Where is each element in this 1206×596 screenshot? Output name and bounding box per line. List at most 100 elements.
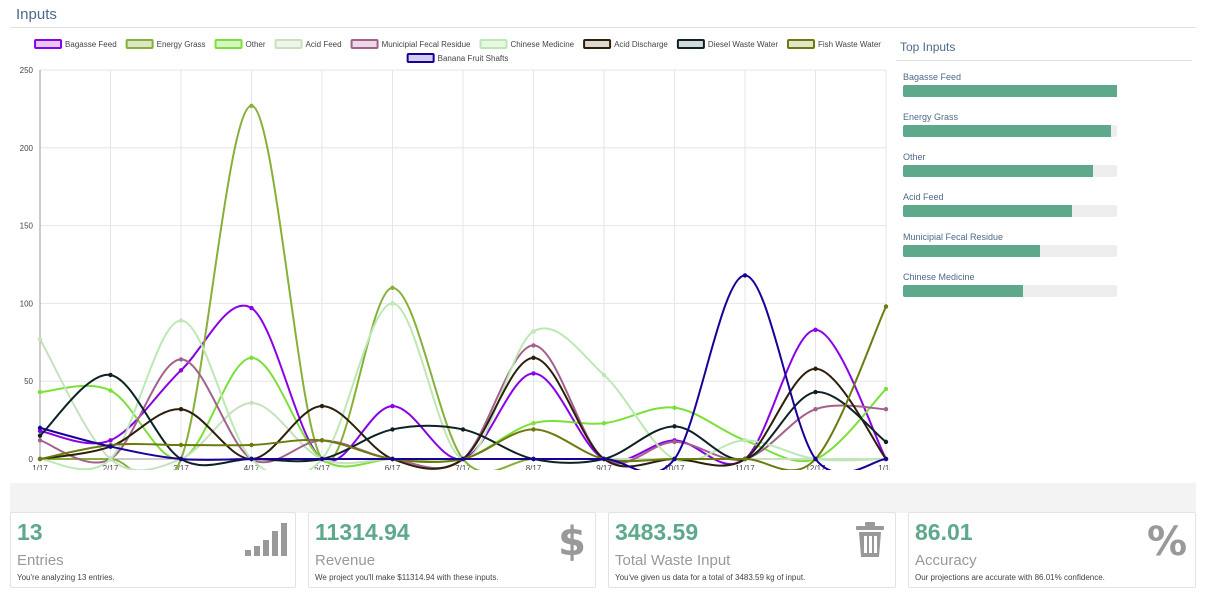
legend-swatch: [406, 53, 435, 63]
top-input-label: Municipial Fecal Residue: [903, 232, 1004, 242]
y-tick-label: 50: [24, 377, 33, 386]
data-point: [178, 357, 184, 362]
data-point: [883, 456, 889, 462]
legend-label: Other: [246, 40, 266, 49]
header-divider: [10, 27, 1196, 28]
inputs-line-chart: 0501001502002501/17 2/17 3/17 4/17 5/17 6/17 7…: [20, 39, 890, 470]
data-point: [108, 372, 113, 378]
data-point: [390, 427, 395, 432]
data-point: [37, 425, 43, 431]
top-input-item: Other: [903, 152, 1117, 177]
top-input-bar-track: [903, 205, 1117, 217]
y-tick-label: 200: [20, 144, 34, 153]
data-point: [742, 438, 748, 443]
waste-input-label: Total Waste Input: [615, 552, 731, 569]
data-point: [178, 456, 184, 462]
top-input-bar-fill: [903, 285, 1023, 297]
top-input-label: Bagasse Feed: [903, 72, 962, 82]
legend-swatch: [583, 39, 612, 49]
data-point: [883, 407, 889, 412]
data-point: [813, 389, 818, 395]
data-point: [249, 305, 254, 311]
data-point: [249, 103, 254, 108]
signal-bars-icon: [245, 523, 287, 556]
accuracy-value: 86.01: [915, 519, 973, 545]
top-input-bar-fill: [903, 125, 1111, 137]
data-point: [319, 438, 325, 443]
legend-label: Banana Fruit Shafts: [438, 54, 509, 63]
data-point: [672, 405, 677, 410]
top-input-bar-fill: [903, 85, 1117, 97]
top-input-bar-fill: [903, 245, 1040, 257]
x-tick-label: 2/17: [103, 464, 119, 470]
entries-description: You're analyzing 13 entries.: [17, 573, 115, 582]
data-point: [883, 304, 889, 309]
data-point: [813, 407, 818, 412]
data-point: [742, 456, 748, 462]
y-tick-label: 250: [20, 66, 34, 75]
data-point: [813, 366, 818, 371]
svg-text:%: %: [1147, 519, 1187, 561]
data-point: [390, 456, 395, 462]
data-point: [108, 388, 113, 393]
data-point: [249, 355, 254, 361]
data-point: [531, 371, 536, 376]
legend-swatch: [350, 39, 379, 49]
top-input-label: Other: [903, 152, 926, 162]
top-input-bar-track: [903, 165, 1117, 177]
page-header: Inputs: [0, 0, 1206, 28]
data-point: [813, 456, 818, 462]
data-point: [531, 427, 536, 432]
legend-swatch: [786, 39, 815, 49]
legend-swatch: [274, 39, 303, 49]
legend-swatch: [125, 39, 154, 49]
data-point: [178, 368, 184, 373]
data-point: [531, 329, 536, 334]
stats-band: [10, 483, 1196, 513]
data-point: [601, 456, 607, 462]
y-tick-label: 100: [20, 299, 34, 308]
legend-label: Bagasse Feed: [65, 40, 117, 49]
x-tick-label: 8/17: [526, 464, 542, 470]
y-tick-label: 0: [29, 455, 34, 464]
top-input-item: Acid Feed: [903, 192, 1117, 217]
entries-label: Entries: [17, 552, 64, 569]
waste-input-card: 3483.59 Total Waste Input You've given u…: [608, 512, 896, 588]
data-point: [37, 336, 43, 342]
revenue-label: Revenue: [315, 552, 376, 569]
data-point: [319, 403, 325, 409]
data-point: [672, 439, 677, 445]
top-inputs-panel: Top Inputs Bagasse Feed Energy Grass Other…: [896, 36, 1192, 297]
top-input-item: Energy Grass: [903, 112, 1117, 137]
data-point: [601, 421, 607, 426]
accuracy-label: Accuracy: [915, 552, 977, 569]
revenue-value: 11314.94: [315, 519, 410, 545]
legend-label: Municipial Fecal Residue: [382, 40, 471, 49]
data-point: [531, 421, 536, 426]
top-input-label: Energy Grass: [903, 112, 959, 122]
data-point: [883, 439, 889, 445]
data-point: [460, 427, 466, 432]
data-point: [37, 438, 43, 443]
top-input-bar-track: [903, 85, 1117, 97]
legend-label: Chinese Medicine: [511, 40, 575, 49]
top-input-bar-fill: [903, 165, 1094, 177]
data-point: [883, 386, 889, 392]
x-tick-label: 6/17: [385, 464, 401, 470]
entries-value: 13: [17, 519, 43, 545]
data-point: [531, 355, 536, 361]
data-point: [390, 285, 395, 291]
legend-swatch: [479, 39, 508, 49]
accuracy-description: Our projections are accurate with 86.01%…: [915, 573, 1105, 582]
page-title: Inputs: [16, 6, 57, 23]
data-point: [178, 318, 184, 323]
top-input-bar-track: [903, 245, 1117, 257]
legend-label: Energy Grass: [157, 40, 206, 49]
top-input-item: Chinese Medicine: [903, 272, 1117, 297]
data-point: [390, 403, 395, 409]
data-point: [742, 273, 748, 278]
data-point: [108, 438, 113, 443]
top-input-label: Chinese Medicine: [903, 272, 975, 282]
revenue-card: 11314.94 Revenue We project you'll make …: [308, 512, 596, 588]
top-inputs-title: Top Inputs: [896, 36, 1192, 61]
